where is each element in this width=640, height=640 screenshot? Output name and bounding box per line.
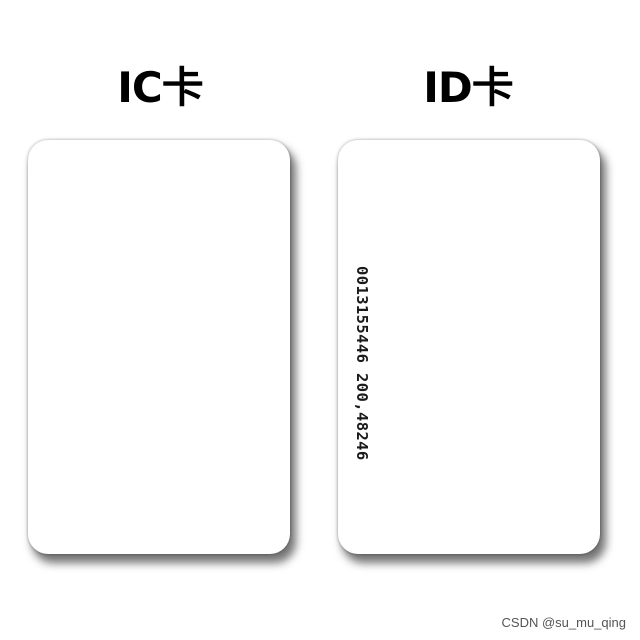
id-card-title: ID卡 [423,63,514,112]
ic-card [28,140,290,554]
watermark: CSDN @su_mu_qing [501,615,626,630]
id-card [338,140,600,554]
id-card-number: 0013155446 200,48246 [353,266,371,461]
ic-card-title: IC卡 [117,63,203,112]
